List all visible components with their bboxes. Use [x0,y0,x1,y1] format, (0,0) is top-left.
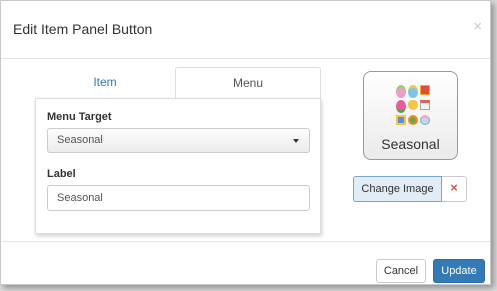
book-icon [420,85,430,95]
rose-icon [396,100,406,113]
gift-icon [396,115,406,125]
menu-target-label: Menu Target [47,111,112,123]
close-icon[interactable]: × [473,18,482,35]
modal-title: Edit Item Panel Button [13,21,153,37]
clover-icon [408,115,418,125]
remove-image-button[interactable]: × [442,176,467,202]
egg-icon [408,85,418,98]
seasonal-icon-collage [395,83,431,129]
tab-item[interactable]: Item [35,67,175,99]
cancel-button[interactable]: Cancel [376,259,426,283]
label-input[interactable] [47,185,310,211]
close-icon: × [450,180,458,195]
tab-bar: Item Menu [35,67,321,99]
edit-item-panel-button-modal: Edit Item Panel Button × Item Menu Menu … [0,0,491,285]
tab-menu[interactable]: Menu [175,67,321,99]
caret-down-icon [293,139,299,143]
menu-target-value: Seasonal [57,134,103,146]
modal-header: Edit Item Panel Button × [1,1,490,59]
modal-footer: Cancel Update [1,241,490,284]
label-field-label: Label [47,168,76,180]
preview-label: Seasonal [381,136,440,152]
change-image-button[interactable]: Change Image [353,176,442,202]
egg-icon [396,85,406,98]
menu-target-select[interactable]: Seasonal [47,128,310,153]
menu-tab-panel: Menu Target Seasonal Label [35,98,321,234]
update-button[interactable]: Update [433,259,485,283]
calendar-icon [420,100,430,110]
bunny-icon [408,100,418,110]
globe-icon [420,115,430,125]
button-image-preview[interactable]: Seasonal [363,71,458,160]
modal-body: Item Menu Menu Target Seasonal Label Sea… [1,59,490,241]
